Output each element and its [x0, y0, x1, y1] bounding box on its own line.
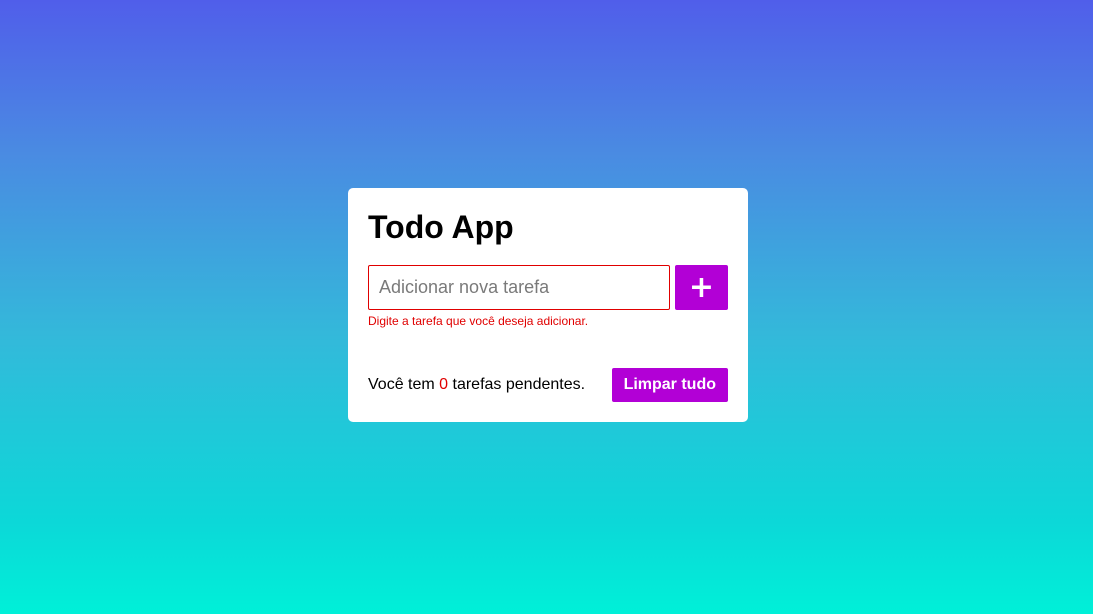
pending-count: 0	[439, 376, 449, 393]
pending-text-after: tarefas pendentes.	[448, 376, 586, 393]
input-error-message: Digite a tarefa que você deseja adiciona…	[368, 314, 589, 328]
new-task-input[interactable]	[368, 265, 670, 310]
footer: Você tem 0 tarefas pendentes. Limpar tud…	[368, 368, 728, 402]
todo-card: Todo App + Digite a tarefa que você dese…	[348, 188, 748, 422]
clear-all-button[interactable]: Limpar tudo	[611, 368, 728, 402]
add-task-button[interactable]: +	[675, 265, 728, 310]
plus-icon: +	[688, 270, 715, 305]
app-title: Todo App	[368, 209, 514, 245]
add-task-row: +	[368, 265, 728, 310]
pending-tasks-text: Você tem 0 tarefas pendentes.	[368, 376, 585, 394]
pending-text-before: Você tem	[368, 376, 440, 393]
